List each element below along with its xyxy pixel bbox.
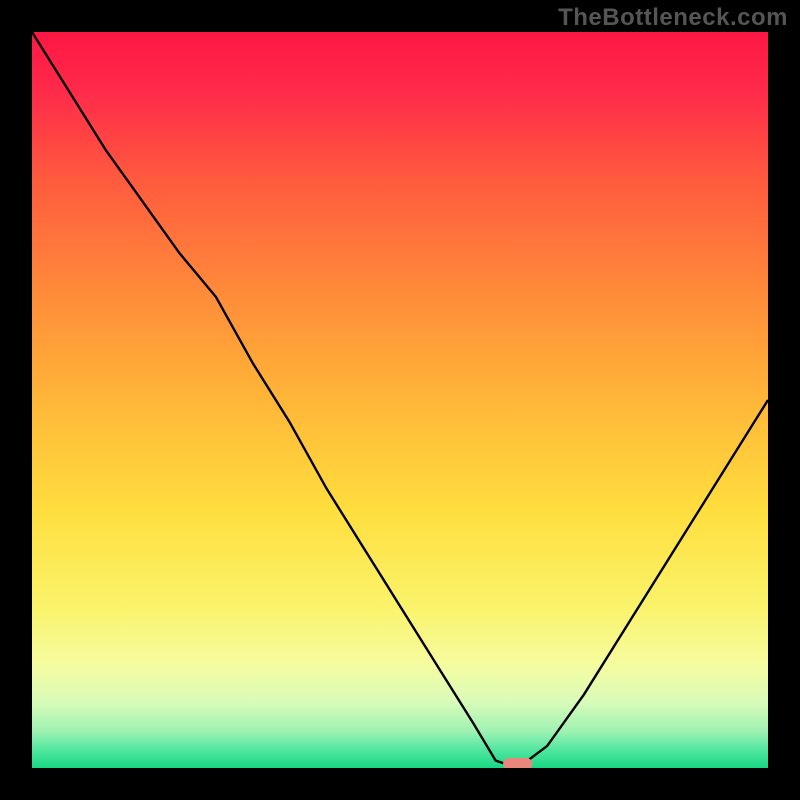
watermark-text: TheBottleneck.com bbox=[558, 4, 788, 32]
optimum-marker bbox=[503, 758, 532, 768]
chart-frame: TheBottleneck.com bbox=[0, 0, 800, 800]
chart-svg bbox=[32, 32, 768, 768]
plot-area bbox=[32, 32, 768, 768]
gradient-background bbox=[32, 32, 768, 768]
